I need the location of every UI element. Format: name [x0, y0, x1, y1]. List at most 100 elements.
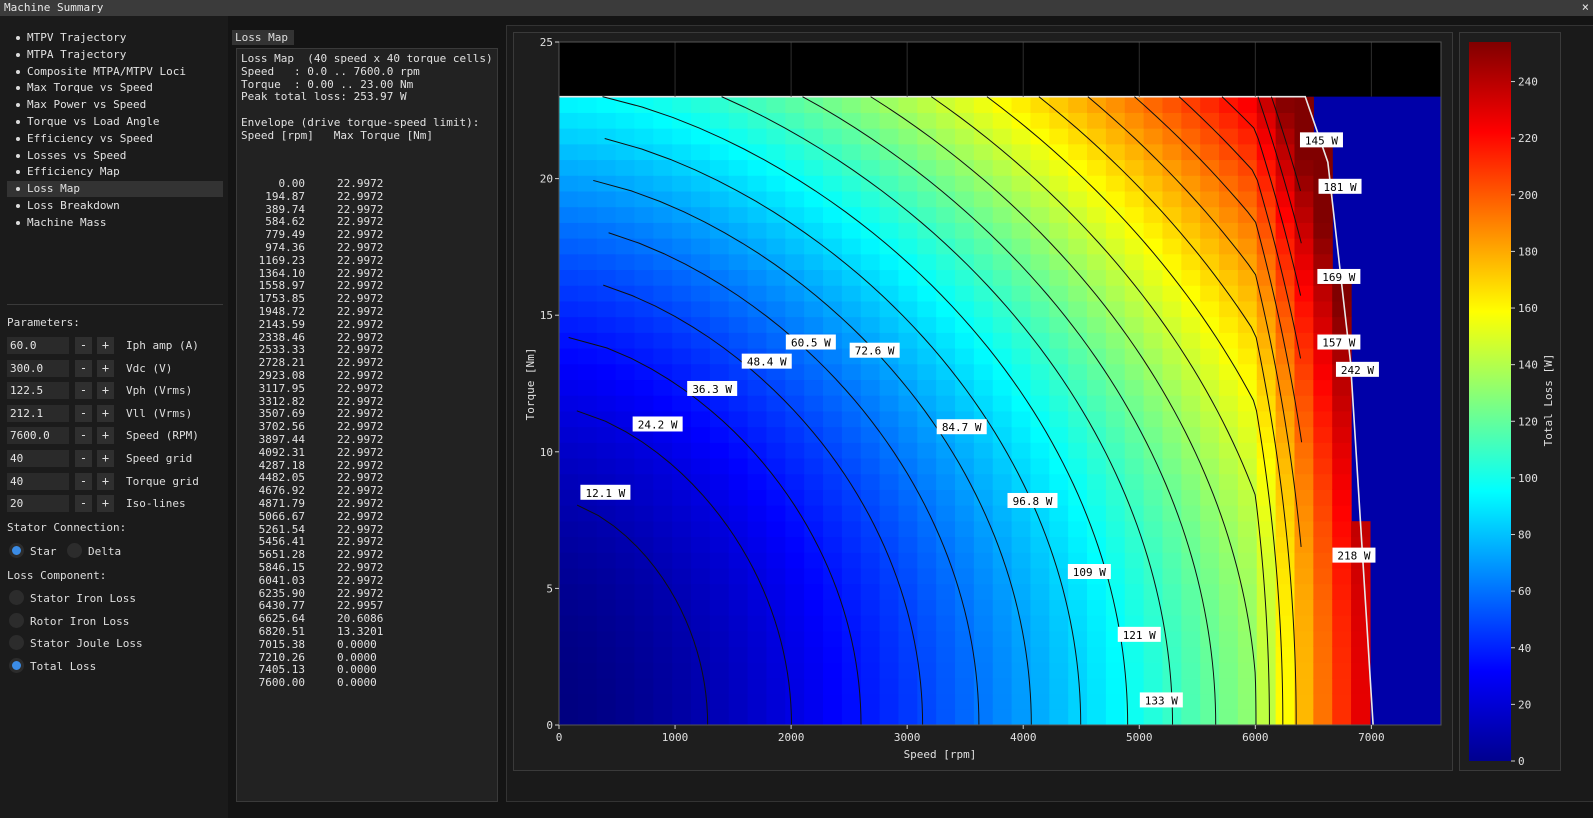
heat-cell — [804, 238, 824, 255]
heat-cell — [1313, 505, 1333, 522]
heat-cell — [1200, 143, 1220, 161]
heat-cell — [1237, 630, 1258, 648]
heat-cell — [1181, 646, 1201, 663]
heat-cell — [559, 505, 579, 522]
heat-cell — [1237, 599, 1258, 616]
heat-cell — [879, 395, 900, 412]
heat-cell — [1256, 112, 1277, 129]
heat-cell — [1256, 190, 1277, 208]
heat-cell — [1256, 567, 1277, 585]
heat-cell — [1049, 285, 1069, 302]
heat-cell — [823, 128, 843, 145]
heat-cell — [653, 473, 673, 490]
heat-cell — [1143, 395, 1164, 412]
heat-cell — [1313, 615, 1333, 632]
heat-cell — [1256, 583, 1277, 600]
heat-cell — [992, 190, 1013, 208]
heat-cell — [917, 379, 937, 396]
heat-cell — [766, 583, 786, 600]
heat-cell — [973, 505, 994, 522]
heat-cell — [672, 112, 692, 129]
heat-cell — [728, 112, 749, 129]
heat-cell — [615, 599, 636, 616]
heat-cell — [879, 693, 900, 710]
heat-cell — [1030, 426, 1050, 443]
heat-cell — [728, 442, 749, 459]
heat-cell — [973, 190, 994, 208]
heat-cell — [1219, 457, 1239, 475]
heat-cell — [728, 332, 749, 349]
y-tick-label: 15 — [540, 309, 553, 322]
heat-cell — [577, 253, 598, 271]
heat-cell — [577, 677, 598, 695]
colorbar-tick-label: 40 — [1518, 642, 1531, 655]
heat-cell — [577, 269, 598, 286]
heat-cell — [879, 410, 900, 428]
heat-cell — [577, 599, 598, 616]
heat-cell — [747, 285, 768, 302]
heat-cell — [728, 300, 749, 318]
x-tick-label: 2000 — [778, 731, 805, 744]
heat-cell — [596, 143, 617, 161]
heat-cell — [672, 128, 692, 145]
heat-cell — [1219, 253, 1239, 271]
heat-cell — [634, 379, 654, 396]
heat-cell — [1275, 128, 1296, 145]
heat-cell — [1011, 442, 1032, 459]
heat-cell — [747, 693, 768, 710]
colorbar-tick-label: 220 — [1518, 132, 1538, 145]
heat-cell — [747, 489, 768, 506]
heat-cell — [860, 567, 881, 585]
colorbar-tick-label: 140 — [1518, 359, 1538, 372]
heat-cell — [577, 347, 598, 365]
heat-cell — [936, 489, 956, 506]
heat-cell — [973, 473, 994, 490]
heat-cell — [936, 96, 956, 113]
heat-cell — [1162, 677, 1182, 695]
heat-cell — [955, 128, 975, 145]
heat-cell — [1124, 536, 1145, 553]
heat-cell — [1237, 238, 1258, 255]
heat-cell — [596, 646, 617, 663]
heat-cell — [1105, 395, 1126, 412]
loss-map-chart[interactable]: 0 1000 2000 3000 4000 5000 6000 70000510152025S… — [0, 0, 1593, 818]
heat-cell — [709, 646, 730, 663]
heat-cell — [917, 190, 937, 208]
heat-cell — [1351, 599, 1371, 616]
heat-cell — [841, 285, 862, 302]
heat-cell — [766, 457, 786, 475]
heat-cell — [1068, 646, 1088, 663]
heat-cell — [917, 536, 937, 553]
heat-cell — [1181, 347, 1201, 365]
heat-cell — [823, 190, 843, 208]
heat-cell — [634, 128, 654, 145]
heat-cell — [559, 410, 579, 428]
heat-cell — [936, 253, 956, 271]
heat-cell — [1237, 426, 1258, 443]
heat-cell — [917, 206, 937, 223]
heat-cell — [672, 285, 692, 302]
heat-cell — [936, 505, 956, 522]
heat-cell — [577, 426, 598, 443]
heat-cell — [823, 347, 843, 365]
heat-cell — [879, 599, 900, 616]
heat-cell — [1313, 206, 1333, 223]
contour-label-text: 218 W — [1337, 550, 1370, 563]
y-tick-label: 5 — [546, 582, 553, 595]
heat-cell — [917, 709, 937, 725]
heat-cell — [559, 457, 579, 475]
heat-cell — [728, 222, 749, 239]
heat-cell — [691, 630, 711, 648]
heat-cell — [728, 520, 749, 538]
heat-cell — [1256, 332, 1277, 349]
heat-cell — [577, 709, 598, 725]
heat-cell — [1162, 175, 1182, 192]
heat-cell — [1105, 410, 1126, 428]
heat-cell — [615, 583, 636, 600]
heat-cell — [898, 677, 918, 695]
heat-cell — [596, 269, 617, 286]
heat-cell — [917, 253, 937, 271]
heat-cell — [596, 536, 617, 553]
heat-cell — [1181, 316, 1201, 333]
heat-cell — [1049, 395, 1069, 412]
